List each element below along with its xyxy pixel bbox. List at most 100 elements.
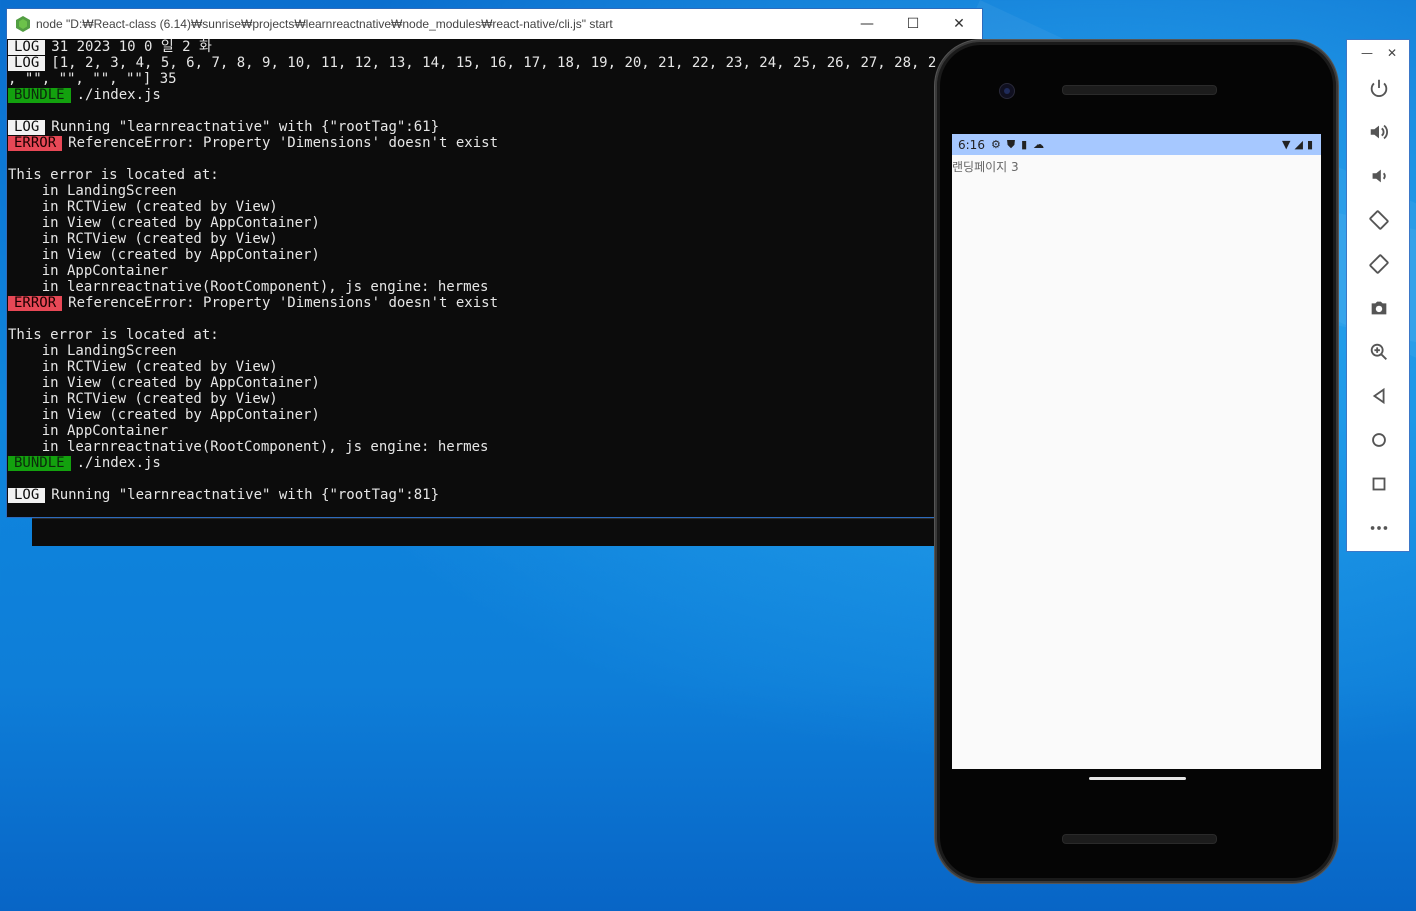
volume-down-icon[interactable] — [1347, 154, 1411, 198]
terminal-line-text: ./index.js — [76, 455, 161, 471]
log-tag: LOG — [8, 488, 46, 503]
terminal-line: This error is located at: — [7, 167, 937, 183]
emulator-toolbar: — ✕ — [1346, 39, 1410, 552]
terminal-line-text: [1, 2, 3, 4, 5, 6, 7, 8, 9, 10, 11, 12, … — [51, 55, 937, 71]
terminal-line: BUNDLE ./index.js — [7, 87, 937, 103]
zoom-icon[interactable] — [1347, 330, 1411, 374]
overview-icon[interactable] — [1347, 462, 1411, 506]
bottom-speaker — [1062, 834, 1217, 844]
shield-icon: ⛊ — [1006, 137, 1016, 151]
android-emulator-phone: 6:16 ⚙ ⛊ ▮ ☁ ▼ ◢ ▮ 랜딩페이지 3 — [935, 40, 1338, 883]
minimize-button[interactable]: — — [844, 9, 890, 39]
terminal-line: This error is located at: — [7, 327, 937, 343]
rotate-right-icon[interactable] — [1347, 242, 1411, 286]
terminal-line: in View (created by AppContainer) — [7, 375, 937, 391]
home-icon[interactable] — [1347, 418, 1411, 462]
terminal-line: in learnreactnative(RootComponent), js e… — [7, 279, 937, 295]
terminal-line: in RCTView (created by View) — [7, 391, 937, 407]
console-window-shadow — [32, 518, 942, 546]
console-window[interactable]: node "D:₩React-class (6.14)₩sunrise₩proj… — [6, 8, 983, 518]
terminal-line-text: in AppContainer — [8, 263, 169, 279]
camera-icon[interactable] — [1347, 286, 1411, 330]
terminal-line: in RCTView (created by View) — [7, 359, 937, 375]
node-icon — [16, 16, 30, 32]
terminal-line-text: in View (created by AppContainer) — [8, 247, 320, 263]
terminal-line-text: in RCTView (created by View) — [8, 359, 278, 375]
terminal-line-text: in View (created by AppContainer) — [8, 407, 320, 423]
landing-page-text: 랜딩페이지 3 — [952, 160, 1019, 174]
terminal-line-text: in AppContainer — [8, 423, 169, 439]
terminal-line: BUNDLE ./index.js — [7, 455, 937, 471]
terminal-line: in RCTView (created by View) — [7, 231, 937, 247]
terminal-line-text: in View (created by AppContainer) — [8, 215, 320, 231]
bundle-tag: BUNDLE — [8, 456, 71, 471]
terminal-line-text: ReferenceError: Property 'Dimensions' do… — [68, 295, 499, 311]
terminal-line: in View (created by AppContainer) — [7, 407, 937, 423]
more-icon[interactable] — [1347, 506, 1411, 550]
rotate-left-icon[interactable] — [1347, 198, 1411, 242]
terminal-line-text: in LandingScreen — [8, 183, 177, 199]
terminal-line: LOG Running "learnreactnative" with {"roo… — [7, 119, 937, 135]
terminal-line-text: Running "learnreactnative" with {"rootTa… — [51, 487, 440, 503]
terminal-line-text: Running "learnreactnative" with {"rootTa… — [51, 119, 440, 135]
terminal-line-text: ./index.js — [76, 87, 161, 103]
terminal-line-text: in learnreactnative(RootComponent), js e… — [8, 279, 489, 295]
back-icon[interactable] — [1347, 374, 1411, 418]
terminal-line-text: in LandingScreen — [8, 343, 177, 359]
sd-card-icon: ▮ — [1021, 138, 1028, 151]
console-title-bar[interactable]: node "D:₩React-class (6.14)₩sunrise₩proj… — [7, 9, 982, 39]
terminal-line: in View (created by AppContainer) — [7, 215, 937, 231]
terminal-line-text: ReferenceError: Property 'Dimensions' do… — [68, 135, 499, 151]
status-right-icons: ▼ ◢ ▮ — [1282, 138, 1313, 151]
battery-icon: ▮ — [1306, 138, 1313, 151]
terminal-line: , "", "", "", ""] 35 — [7, 71, 937, 87]
close-button[interactable]: ✕ — [936, 9, 982, 39]
toolbar-close-button[interactable]: ✕ — [1387, 46, 1397, 60]
terminal-line: ERROR ReferenceError: Property 'Dimension… — [7, 135, 937, 151]
signal-icon: ◢ — [1294, 138, 1303, 151]
terminal-cursor-line — [7, 503, 937, 517]
home-gesture-bar[interactable] — [1089, 777, 1186, 780]
toolbar-minimize-button[interactable]: — — [1361, 46, 1373, 60]
terminal-line: in AppContainer — [7, 263, 937, 279]
terminal-line-text: 31 2023 10 0 일 2 화 — [51, 39, 212, 55]
top-speaker — [1062, 85, 1217, 95]
terminal-line: in learnreactnative(RootComponent), js e… — [7, 439, 937, 455]
terminal-line-text: in RCTView (created by View) — [8, 231, 278, 247]
volume-up-icon[interactable] — [1347, 110, 1411, 154]
terminal-line-text: in View (created by AppContainer) — [8, 375, 320, 391]
front-camera — [999, 83, 1015, 99]
terminal-line: in LandingScreen — [7, 183, 937, 199]
wifi-icon: ▼ — [1282, 138, 1291, 151]
terminal-line: LOG [1, 2, 3, 4, 5, 6, 7, 8, 9, 10, 11, 1… — [7, 55, 937, 71]
cloud-icon: ☁ — [1033, 138, 1045, 151]
terminal-output[interactable]: LOG 31 2023 10 0 일 2 화 LOG [1, 2, 3, 4, 5, … — [7, 39, 937, 517]
power-icon[interactable] — [1347, 66, 1411, 110]
terminal-line-text: in RCTView (created by View) — [8, 391, 278, 407]
toolbar-window-controls: — ✕ — [1347, 40, 1409, 66]
log-tag: LOG — [8, 120, 46, 135]
terminal-line: in RCTView (created by View) — [7, 199, 937, 215]
maximize-button[interactable]: ☐ — [890, 9, 936, 39]
terminal-line: in AppContainer — [7, 423, 937, 439]
status-time: 6:16 — [958, 137, 985, 152]
terminal-line-text: , "", "", "", ""] 35 — [8, 71, 177, 87]
console-title: node "D:₩React-class (6.14)₩sunrise₩proj… — [36, 17, 613, 31]
terminal-line-text: This error is located at: — [8, 327, 219, 343]
bundle-tag: BUNDLE — [8, 88, 71, 103]
status-bar: 6:16 ⚙ ⛊ ▮ ☁ ▼ ◢ ▮ — [952, 134, 1321, 155]
gear-icon: ⚙ — [990, 138, 1001, 151]
terminal-line-text: in learnreactnative(RootComponent), js e… — [8, 439, 489, 455]
error-tag: ERROR — [8, 296, 63, 311]
device-screen[interactable]: 6:16 ⚙ ⛊ ▮ ☁ ▼ ◢ ▮ 랜딩페이지 3 — [952, 134, 1321, 769]
terminal-line: ERROR ReferenceError: Property 'Dimension… — [7, 295, 937, 311]
terminal-line: in LandingScreen — [7, 343, 937, 359]
terminal-line: in View (created by AppContainer) — [7, 247, 937, 263]
terminal-line-text: in RCTView (created by View) — [8, 199, 278, 215]
terminal-line: LOG 31 2023 10 0 일 2 화 — [7, 39, 937, 55]
terminal-line-text: This error is located at: — [8, 167, 219, 183]
terminal-line: LOG Running "learnreactnative" with {"roo… — [7, 487, 937, 503]
error-tag: ERROR — [8, 136, 63, 151]
